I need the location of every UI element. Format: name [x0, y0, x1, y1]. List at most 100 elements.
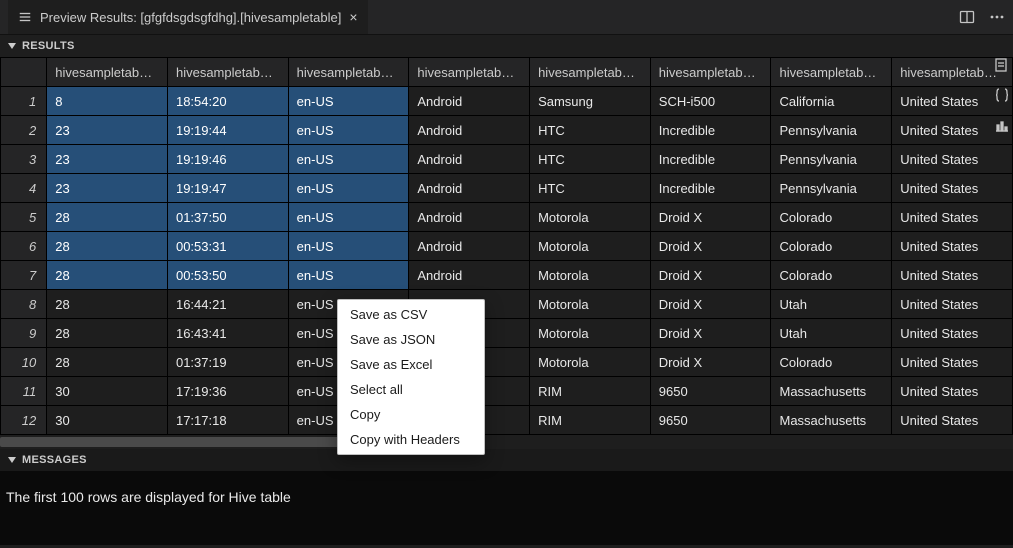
- cell[interactable]: Droid X: [650, 319, 771, 348]
- table-row[interactable]: 92816:43:41en-USMotorolaDroid XUtahUnite…: [1, 319, 1013, 348]
- cell[interactable]: Droid X: [650, 348, 771, 377]
- cell[interactable]: en-US: [288, 232, 409, 261]
- cell[interactable]: Colorado: [771, 261, 892, 290]
- cell[interactable]: United States: [892, 290, 1013, 319]
- results-section-header[interactable]: RESULTS: [0, 35, 1013, 57]
- export-csv-icon[interactable]: [993, 56, 1011, 74]
- cell[interactable]: Droid X: [650, 261, 771, 290]
- cell[interactable]: 28: [47, 261, 168, 290]
- column-header[interactable]: hivesampletab…: [650, 58, 771, 87]
- cell[interactable]: Android: [409, 116, 530, 145]
- cell[interactable]: United States: [892, 377, 1013, 406]
- cell[interactable]: Pennsylvania: [771, 116, 892, 145]
- row-number[interactable]: 11: [1, 377, 47, 406]
- table-row[interactable]: 62800:53:31en-USAndroidMotorolaDroid XCo…: [1, 232, 1013, 261]
- column-header[interactable]: hivesampletab…: [771, 58, 892, 87]
- context-menu-item[interactable]: Save as CSV: [338, 302, 484, 327]
- context-menu-item[interactable]: Copy with Headers: [338, 427, 484, 452]
- cell[interactable]: HTC: [530, 174, 651, 203]
- row-number[interactable]: 7: [1, 261, 47, 290]
- column-header[interactable]: hivesampletab…: [530, 58, 651, 87]
- cell[interactable]: Colorado: [771, 203, 892, 232]
- cell[interactable]: Droid X: [650, 232, 771, 261]
- table-row[interactable]: 1818:54:20en-USAndroidSamsungSCH-i500Cal…: [1, 87, 1013, 116]
- cell[interactable]: Utah: [771, 290, 892, 319]
- cell[interactable]: 23: [47, 116, 168, 145]
- cell[interactable]: 28: [47, 319, 168, 348]
- cell[interactable]: en-US: [288, 203, 409, 232]
- cell[interactable]: 19:19:46: [167, 145, 288, 174]
- table-row[interactable]: 22319:19:44en-USAndroidHTCIncrediblePenn…: [1, 116, 1013, 145]
- cell[interactable]: United States: [892, 406, 1013, 435]
- cell[interactable]: Motorola: [530, 203, 651, 232]
- cell[interactable]: 28: [47, 203, 168, 232]
- cell[interactable]: 01:37:19: [167, 348, 288, 377]
- cell[interactable]: Colorado: [771, 348, 892, 377]
- context-menu-item[interactable]: Save as JSON: [338, 327, 484, 352]
- column-header[interactable]: hivesampletab…: [47, 58, 168, 87]
- row-number[interactable]: 10: [1, 348, 47, 377]
- results-table[interactable]: hivesampletab…hivesampletab…hivesampleta…: [0, 57, 1013, 435]
- cell[interactable]: 23: [47, 145, 168, 174]
- context-menu-item[interactable]: Save as Excel: [338, 352, 484, 377]
- column-header[interactable]: hivesampletab…: [409, 58, 530, 87]
- row-number[interactable]: 5: [1, 203, 47, 232]
- cell[interactable]: Utah: [771, 319, 892, 348]
- cell[interactable]: 28: [47, 232, 168, 261]
- row-number[interactable]: 4: [1, 174, 47, 203]
- cell[interactable]: 17:19:36: [167, 377, 288, 406]
- table-row[interactable]: 123017:17:18en-USRIM OSRIM9650Massachuse…: [1, 406, 1013, 435]
- more-icon[interactable]: [989, 9, 1005, 25]
- row-number[interactable]: 1: [1, 87, 47, 116]
- cell[interactable]: Samsung: [530, 87, 651, 116]
- row-number[interactable]: 12: [1, 406, 47, 435]
- chart-icon[interactable]: [993, 116, 1011, 134]
- cell[interactable]: Motorola: [530, 348, 651, 377]
- cell[interactable]: United States: [892, 174, 1013, 203]
- column-header[interactable]: hivesampletab…: [288, 58, 409, 87]
- row-number[interactable]: 3: [1, 145, 47, 174]
- cell[interactable]: United States: [892, 348, 1013, 377]
- table-row[interactable]: 82816:44:21en-USMotorolaDroid XUtahUnite…: [1, 290, 1013, 319]
- cell[interactable]: United States: [892, 261, 1013, 290]
- table-row[interactable]: 113017:19:36en-USRIM OSRIM9650Massachuse…: [1, 377, 1013, 406]
- editor-tab[interactable]: Preview Results: [gfgfdsgdsgfdhg].[hives…: [8, 0, 368, 34]
- cell[interactable]: 9650: [650, 377, 771, 406]
- cell[interactable]: Massachusetts: [771, 406, 892, 435]
- row-number[interactable]: 9: [1, 319, 47, 348]
- cell[interactable]: SCH-i500: [650, 87, 771, 116]
- cell[interactable]: United States: [892, 319, 1013, 348]
- cell[interactable]: Incredible: [650, 145, 771, 174]
- messages-section-header[interactable]: MESSAGES: [0, 449, 1013, 471]
- cell[interactable]: en-US: [288, 261, 409, 290]
- cell[interactable]: Android: [409, 261, 530, 290]
- cell[interactable]: 19:19:44: [167, 116, 288, 145]
- cell[interactable]: Massachusetts: [771, 377, 892, 406]
- cell[interactable]: United States: [892, 145, 1013, 174]
- cell[interactable]: 23: [47, 174, 168, 203]
- row-number[interactable]: 2: [1, 116, 47, 145]
- export-json-icon[interactable]: [993, 86, 1011, 104]
- horizontal-scrollbar[interactable]: [0, 435, 1013, 449]
- cell[interactable]: 19:19:47: [167, 174, 288, 203]
- cell[interactable]: Android: [409, 232, 530, 261]
- cell[interactable]: 16:44:21: [167, 290, 288, 319]
- context-menu-item[interactable]: Select all: [338, 377, 484, 402]
- cell[interactable]: en-US: [288, 87, 409, 116]
- cell[interactable]: 18:54:20: [167, 87, 288, 116]
- cell[interactable]: RIM: [530, 377, 651, 406]
- cell[interactable]: Pennsylvania: [771, 174, 892, 203]
- table-row[interactable]: 32319:19:46en-USAndroidHTCIncrediblePenn…: [1, 145, 1013, 174]
- cell[interactable]: en-US: [288, 174, 409, 203]
- cell[interactable]: HTC: [530, 116, 651, 145]
- cell[interactable]: Motorola: [530, 319, 651, 348]
- cell[interactable]: United States: [892, 232, 1013, 261]
- cell[interactable]: Android: [409, 145, 530, 174]
- row-number[interactable]: 6: [1, 232, 47, 261]
- cell[interactable]: 17:17:18: [167, 406, 288, 435]
- cell[interactable]: en-US: [288, 145, 409, 174]
- cell[interactable]: 30: [47, 406, 168, 435]
- cell[interactable]: 01:37:50: [167, 203, 288, 232]
- cell[interactable]: Droid X: [650, 290, 771, 319]
- table-row[interactable]: 102801:37:19en-USMotorolaDroid XColorado…: [1, 348, 1013, 377]
